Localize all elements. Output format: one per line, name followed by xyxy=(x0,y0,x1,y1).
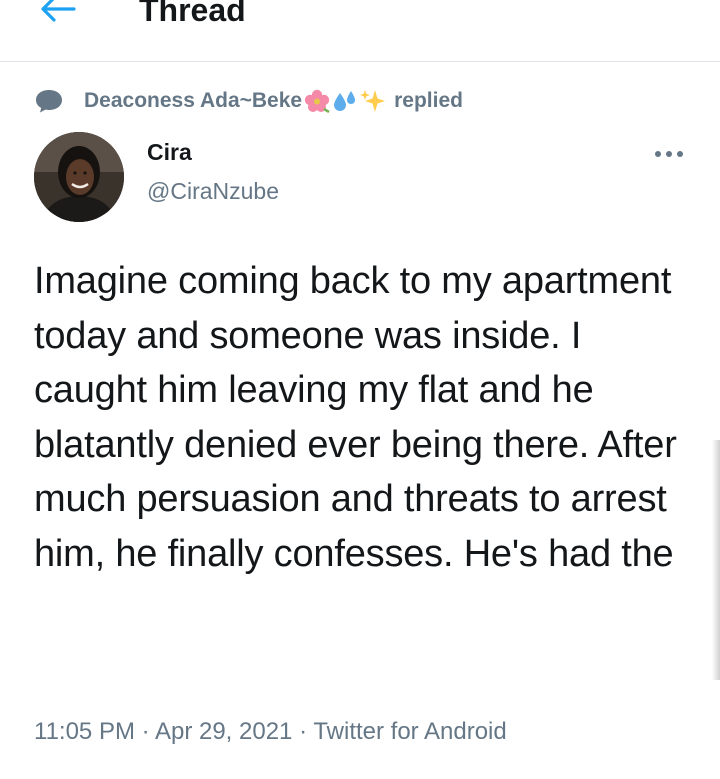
tweet-text: Imagine coming back to my apartment toda… xyxy=(34,260,677,575)
top-app-bar: Thread xyxy=(0,0,720,62)
page-title: Thread xyxy=(139,0,246,28)
avatar[interactable] xyxy=(34,132,124,222)
reply-bubble-icon xyxy=(36,90,62,113)
tweet-time[interactable]: 11:05 PM xyxy=(34,718,135,745)
tweet-source[interactable]: Twitter for Android xyxy=(313,718,506,745)
user-handle[interactable]: @CiraNzube xyxy=(147,178,279,205)
arrow-left-icon[interactable] xyxy=(38,0,78,24)
sparkles-icon xyxy=(360,88,386,114)
reply-verb: replied xyxy=(394,89,463,112)
edge-shadow xyxy=(712,440,720,680)
tweet-date[interactable]: Apr 29, 2021 xyxy=(155,718,292,745)
meta-separator: · xyxy=(292,718,314,745)
replier-name[interactable]: Deaconess Ada~Beke xyxy=(84,89,302,113)
display-name[interactable]: Cira xyxy=(147,139,192,166)
hibiscus-icon xyxy=(304,89,330,113)
meta-separator: · xyxy=(134,718,155,745)
social-context[interactable]: Deaconess Ada~Beke replied xyxy=(34,86,463,116)
sweat-droplets-icon xyxy=(332,89,358,113)
more-options-icon[interactable] xyxy=(654,148,684,160)
tweet-metadata: 11:05 PM · Apr 29, 2021 · Twitter for An… xyxy=(34,718,507,746)
